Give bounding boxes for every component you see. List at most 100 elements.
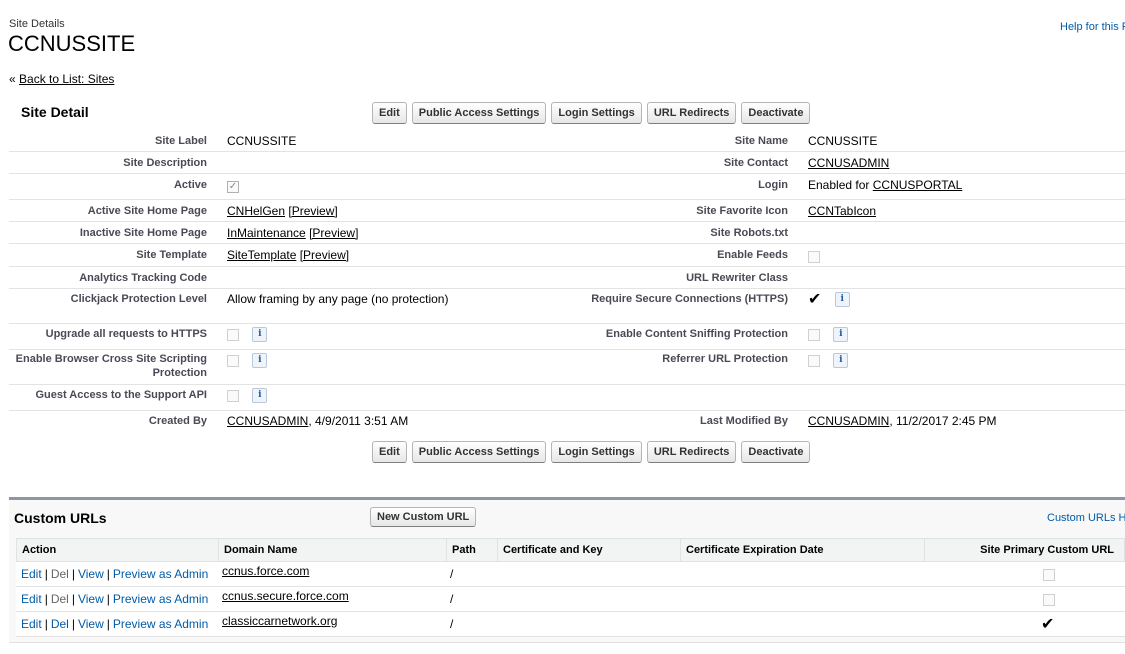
deactivate-button[interactable]: Deactivate	[741, 441, 811, 463]
xss-checkbox	[227, 354, 239, 367]
edit-button[interactable]: Edit	[372, 441, 407, 463]
preview-admin-link[interactable]: Preview as Admin	[113, 567, 208, 581]
login-portal-link[interactable]: CCNUSPORTAL	[873, 178, 963, 192]
secure-conn-value: ✔ i	[808, 290, 850, 308]
upgrade-https-value: i	[227, 327, 268, 343]
page-title: CCNUSSITE	[8, 31, 136, 56]
edit-action-link[interactable]: Edit	[21, 592, 42, 606]
custom-urls-help-link[interactable]: Custom URLs Help	[1047, 512, 1125, 524]
public-access-settings-button[interactable]: Public Access Settings	[411, 441, 547, 463]
path-value: /	[450, 617, 454, 631]
row-actions: Edit | Del | View | Preview as Admin	[21, 592, 209, 606]
edit-button[interactable]: Edit	[372, 102, 407, 124]
row-template: Site Template SiteTemplate [Preview] Ena…	[9, 243, 1125, 267]
row-analytics: Analytics Tracking Code URL Rewriter Cla…	[9, 266, 1125, 289]
row-clickjack: Clickjack Protection Level Allow framing…	[9, 288, 1125, 324]
content-sniff-info-icon[interactable]: i	[833, 327, 849, 343]
new-custom-url-button[interactable]: New Custom URL	[370, 507, 477, 527]
upgrade-https-checkbox	[227, 328, 239, 341]
referrer-info-icon[interactable]: i	[833, 353, 849, 369]
site-label-value: CCNUSSITE	[227, 134, 297, 148]
path-value: /	[450, 567, 454, 581]
edit-action-link[interactable]: Edit	[21, 567, 42, 581]
domain-link[interactable]: classiccarnetwork.org	[217, 609, 337, 633]
col-primary[interactable]: Site Primary Custom URL	[924, 539, 1125, 561]
inactive-home-preview-link[interactable]: [Preview]	[309, 226, 358, 240]
secure-conn-checkmark-icon: ✔	[808, 290, 822, 308]
url-redirects-button[interactable]: URL Redirects	[646, 441, 737, 463]
inactive-home-value: InMaintenance [Preview]	[227, 226, 358, 240]
login-label: Login	[758, 179, 788, 191]
created-by-value: CCNUSADMIN, 4/9/2011 3:51 AM	[227, 414, 408, 428]
preview-admin-link[interactable]: Preview as Admin	[113, 592, 208, 606]
help-link[interactable]: Help for this Page	[1060, 21, 1125, 33]
upgrade-https-info-icon[interactable]: i	[252, 327, 268, 343]
row-actions: Edit | Del | View | Preview as Admin	[21, 567, 209, 581]
row-created-by: Created By CCNUSADMIN, 4/9/2011 3:51 AM …	[9, 410, 1125, 434]
preview-admin-link[interactable]: Preview as Admin	[113, 617, 208, 631]
row-upgrade-https: Upgrade all requests to HTTPS i Enable C…	[9, 323, 1125, 350]
modified-by-user-link[interactable]: CCNUSADMIN	[808, 414, 889, 428]
site-label-label: Site Label	[155, 135, 207, 147]
template-link[interactable]: SiteTemplate	[227, 248, 296, 262]
url-redirects-button[interactable]: URL Redirects	[646, 102, 737, 124]
del-action-link[interactable]: Del	[51, 617, 69, 631]
row-active-home: Active Site Home Page CNHelGen [Preview]…	[9, 199, 1125, 222]
top-button-bar: Edit Public Access Settings Login Settin…	[372, 102, 811, 124]
secure-conn-info-icon[interactable]: i	[834, 292, 850, 308]
primary-checkbox-cell	[1038, 562, 1055, 586]
path-value: /	[450, 592, 454, 606]
url-rewriter-label: URL Rewriter Class	[686, 272, 788, 284]
guest-api-label: Guest Access to the Support API	[35, 389, 207, 401]
template-preview-link[interactable]: [Preview]	[300, 248, 349, 262]
primary-checkbox-cell	[1038, 587, 1055, 611]
section-title: Site Detail	[21, 104, 89, 120]
modified-by-label: Last Modified By	[699, 415, 788, 427]
col-domain-name[interactable]: Domain Name	[218, 539, 446, 561]
public-access-settings-button[interactable]: Public Access Settings	[411, 102, 547, 124]
row-inactive-home: Inactive Site Home Page InMaintenance [P…	[9, 221, 1125, 244]
active-home-link[interactable]: CNHelGen	[227, 204, 285, 218]
col-certificate[interactable]: Certificate and Key	[497, 539, 680, 561]
active-home-label: Active Site Home Page	[87, 205, 207, 217]
col-expiration[interactable]: Certificate Expiration Date	[680, 539, 924, 561]
deactivate-button[interactable]: Deactivate	[741, 102, 811, 124]
clickjack-label: Clickjack Protection Level	[70, 293, 207, 305]
row-active: Active ✓ Login Enabled for CCNUSPORTAL	[9, 173, 1125, 200]
table-row: Edit | Del | View | Preview as Admin classicca…	[16, 612, 1125, 637]
login-settings-button[interactable]: Login Settings	[551, 441, 642, 463]
domain-link[interactable]: ccnus.secure.force.com	[217, 584, 349, 608]
view-action-link[interactable]: View	[78, 592, 104, 606]
inactive-home-link[interactable]: InMaintenance	[227, 226, 306, 240]
site-name-value: CCNUSSITE	[808, 134, 878, 148]
domain-link[interactable]: ccnus.force.com	[217, 559, 309, 583]
row-site-label: Site Label CCNUSSITE Site Name CCNUSSITE	[9, 129, 1125, 152]
site-name-label: Site Name	[734, 135, 788, 147]
active-home-preview-link[interactable]: [Preview]	[288, 204, 337, 218]
site-description-label: Site Description	[123, 157, 207, 169]
table-row: Edit | Del | View | Preview as Admin ccnus.for…	[16, 562, 1125, 587]
guest-api-checkbox	[227, 389, 239, 402]
inactive-home-label: Inactive Site Home Page	[79, 227, 207, 239]
favorite-icon-link[interactable]: CCNTabIcon	[808, 204, 876, 218]
guest-api-info-icon[interactable]: i	[252, 388, 268, 404]
referrer-value: i	[808, 353, 849, 369]
view-action-link[interactable]: View	[78, 567, 104, 581]
login-settings-button[interactable]: Login Settings	[551, 102, 642, 124]
content-sniff-label: Enable Content Sniffing Protection	[605, 328, 788, 340]
row-site-description: Site Description Site Contact CCNUSADMIN	[9, 151, 1125, 174]
bottom-button-bar: Edit Public Access Settings Login Settin…	[372, 441, 811, 463]
primary-checkbox-cell: ✔	[1036, 612, 1054, 636]
col-action: Action	[22, 544, 57, 556]
back-prefix: «	[9, 72, 16, 86]
created-by-user-link[interactable]: CCNUSADMIN	[227, 414, 308, 428]
edit-action-link[interactable]: Edit	[21, 617, 42, 631]
back-to-list-link[interactable]: Back to List: Sites	[19, 72, 114, 86]
login-value: Enabled for CCNUSPORTAL	[808, 178, 962, 192]
primary-checkbox	[1043, 593, 1055, 606]
enable-feeds-checkbox	[808, 250, 820, 263]
xss-info-icon[interactable]: i	[252, 353, 268, 369]
col-path[interactable]: Path	[446, 539, 497, 561]
view-action-link[interactable]: View	[78, 617, 104, 631]
site-contact-link[interactable]: CCNUSADMIN	[808, 156, 889, 170]
